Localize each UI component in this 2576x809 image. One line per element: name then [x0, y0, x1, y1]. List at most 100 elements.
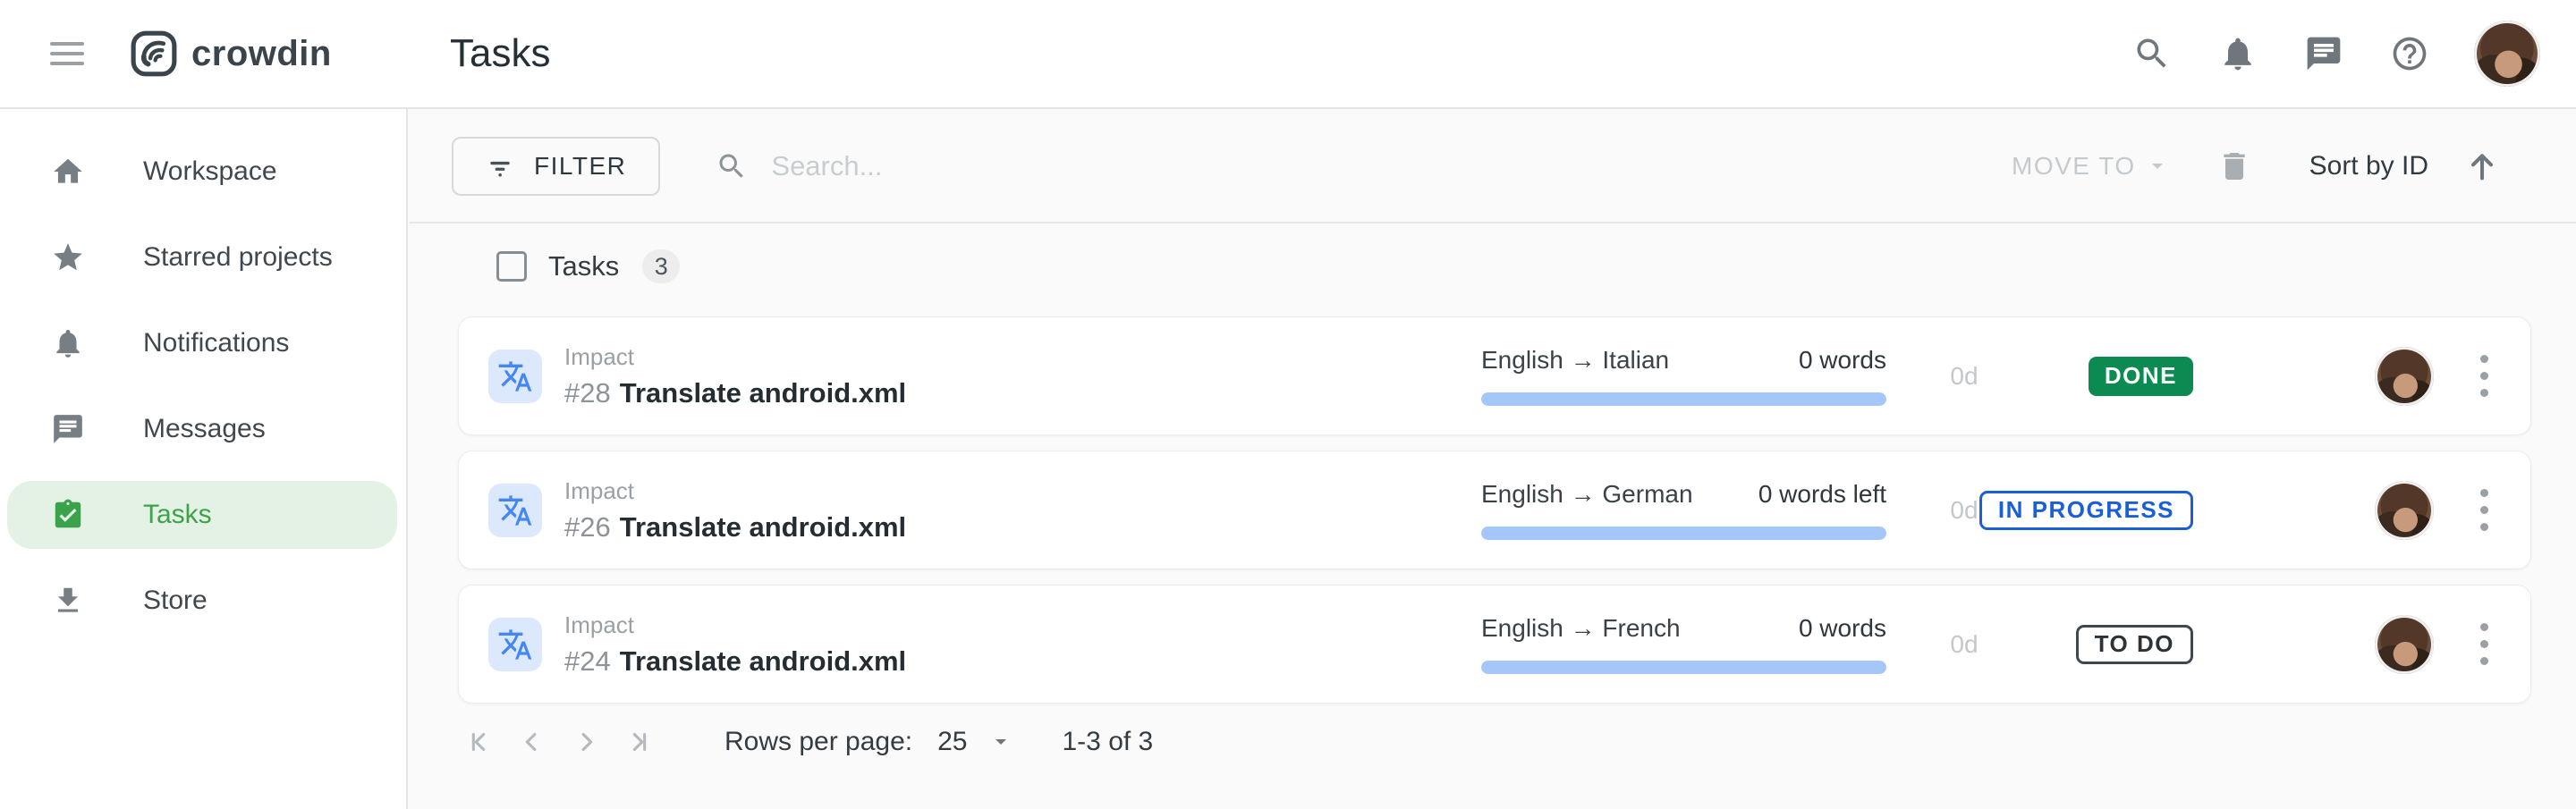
task-due-days: 0d: [1886, 362, 2042, 391]
sidebar-item-notifications[interactable]: Notifications: [0, 300, 406, 386]
tasks-toolbar: FILTER MOVE TO Sort by ID: [410, 111, 2576, 223]
task-id: #24: [564, 645, 611, 677]
crowdin-logo[interactable]: crowdin: [129, 29, 332, 79]
task-progress-column: English → Italian 0 words: [1481, 346, 1886, 406]
last-page-icon[interactable]: [624, 727, 655, 757]
task-title[interactable]: #28Translate android.xml: [564, 377, 1481, 409]
assignee-avatar[interactable]: [2375, 347, 2434, 406]
sidebar-item-label: Workspace: [143, 156, 277, 187]
translate-task-icon: [488, 484, 542, 537]
rows-per-page-select[interactable]: 25: [937, 727, 1010, 757]
help-icon[interactable]: [2388, 32, 2431, 75]
task-title[interactable]: #24 Translate android.xml: [564, 645, 1481, 678]
chevron-down-icon: [2148, 160, 2166, 173]
pagination-range: 1-3 of 3: [1063, 727, 1154, 757]
previous-page-icon[interactable]: [517, 727, 547, 757]
status-badge: IN PROGRESS: [1979, 491, 2193, 530]
task-row[interactable]: Impact #26Translate android.xml English …: [458, 451, 2531, 569]
task-text-block: Impact #26Translate android.xml: [564, 477, 1481, 544]
sidebar-item-label: Notifications: [143, 328, 289, 358]
task-text-block: Impact #28Translate android.xml: [564, 343, 1481, 409]
task-words-count: 0 words: [1799, 614, 1886, 643]
row-menu-kebab-icon[interactable]: [2477, 485, 2491, 535]
search-icon[interactable]: [2131, 32, 2174, 75]
row-menu-kebab-icon[interactable]: [2477, 619, 2491, 670]
task-progress-bar: [1481, 661, 1886, 674]
sidebar-item-tasks[interactable]: Tasks: [0, 472, 406, 558]
page-title: Tasks: [450, 31, 550, 76]
sidebar-nav: Workspace Starred projects Notifications…: [0, 109, 408, 809]
translate-task-icon: [488, 350, 542, 403]
sidebar-item-label: Store: [143, 586, 208, 616]
sidebar-item-label: Messages: [143, 414, 266, 444]
chevron-down-icon: [991, 736, 1011, 748]
group-label: Tasks: [548, 250, 619, 282]
task-list: Impact #28Translate android.xml English …: [410, 309, 2576, 704]
delete-trash-icon[interactable]: [2216, 147, 2252, 186]
filter-button[interactable]: FILTER: [452, 137, 660, 196]
task-title-text: Translate android.xml: [620, 645, 906, 677]
task-status-column: IN PROGRESS: [2042, 491, 2193, 530]
task-progress-fill: [1481, 392, 1886, 406]
task-title[interactable]: #26Translate android.xml: [564, 511, 1481, 544]
top-header: crowdin Tasks: [0, 0, 2576, 109]
row-menu-kebab-icon[interactable]: [2477, 351, 2491, 401]
move-to-label: MOVE TO: [2012, 152, 2136, 181]
task-language-pair: English → French: [1481, 614, 1681, 643]
task-clipboard-icon: [51, 498, 85, 532]
search-input[interactable]: [771, 150, 1308, 182]
pagination-bar: Rows per page: 25 1-3 of 3: [410, 727, 2576, 757]
download-icon: [51, 584, 85, 618]
task-progress-bar: [1481, 527, 1886, 540]
chat-icon: [51, 412, 85, 446]
select-all-checkbox[interactable]: [496, 251, 527, 282]
star-icon: [51, 240, 85, 274]
search-box: [716, 150, 2012, 182]
status-badge: TO DO: [2076, 625, 2193, 664]
task-words-count: 0 words: [1799, 346, 1886, 375]
task-project-name: Impact: [564, 477, 1481, 505]
assignee-avatar[interactable]: [2375, 615, 2434, 674]
select-all-row: Tasks 3: [410, 223, 2576, 309]
task-language-pair: English → German: [1481, 480, 1693, 509]
task-due-days: 0d: [1886, 630, 2042, 659]
next-page-icon[interactable]: [571, 727, 601, 757]
sidebar-item-starred-projects[interactable]: Starred projects: [0, 215, 406, 300]
search-icon: [716, 150, 748, 182]
rows-per-page-value: 25: [937, 727, 967, 757]
task-row[interactable]: Impact #28Translate android.xml English …: [458, 316, 2531, 435]
sidebar-item-store[interactable]: Store: [0, 558, 406, 644]
toolbar-right-actions: MOVE TO Sort by ID: [2012, 147, 2500, 186]
task-language-pair: English → Italian: [1481, 346, 1669, 375]
sort-by-button[interactable]: Sort by ID: [2309, 151, 2428, 181]
crowdin-logo-icon: [129, 29, 179, 79]
hamburger-menu-icon[interactable]: [50, 42, 84, 65]
sidebar-item-label: Starred projects: [143, 242, 333, 273]
notifications-bell-icon[interactable]: [2216, 32, 2259, 75]
sidebar-item-messages[interactable]: Messages: [0, 386, 406, 472]
sidebar-item-workspace[interactable]: Workspace: [0, 129, 406, 215]
user-avatar[interactable]: [2474, 21, 2540, 87]
tasks-count-badge: 3: [642, 249, 680, 283]
top-header-actions: [2131, 21, 2576, 87]
task-project-name: Impact: [564, 343, 1481, 371]
sidebar-item-label: Tasks: [143, 500, 212, 530]
translate-task-icon: [488, 618, 542, 671]
main-content: FILTER MOVE TO Sort by ID Tasks 3: [410, 111, 2576, 809]
rows-per-page-label: Rows per page:: [724, 727, 912, 757]
move-to-dropdown[interactable]: MOVE TO: [2012, 152, 2166, 181]
assignee-avatar[interactable]: [2375, 481, 2434, 540]
task-progress-fill: [1481, 661, 1886, 674]
first-page-icon[interactable]: [463, 727, 494, 757]
task-progress-fill: [1481, 527, 1886, 540]
task-status-column: DONE: [2042, 357, 2193, 396]
task-title-text: Translate android.xml: [620, 377, 906, 409]
sort-direction-arrow-icon[interactable]: [2464, 148, 2500, 184]
messages-chat-icon[interactable]: [2302, 32, 2345, 75]
task-id: #26: [564, 511, 611, 543]
task-project-name: Impact: [564, 611, 1481, 639]
bell-icon: [51, 326, 85, 360]
filter-icon: [486, 152, 514, 181]
task-progress-bar: [1481, 392, 1886, 406]
task-row[interactable]: Impact #24 Translate android.xml English …: [458, 585, 2531, 704]
